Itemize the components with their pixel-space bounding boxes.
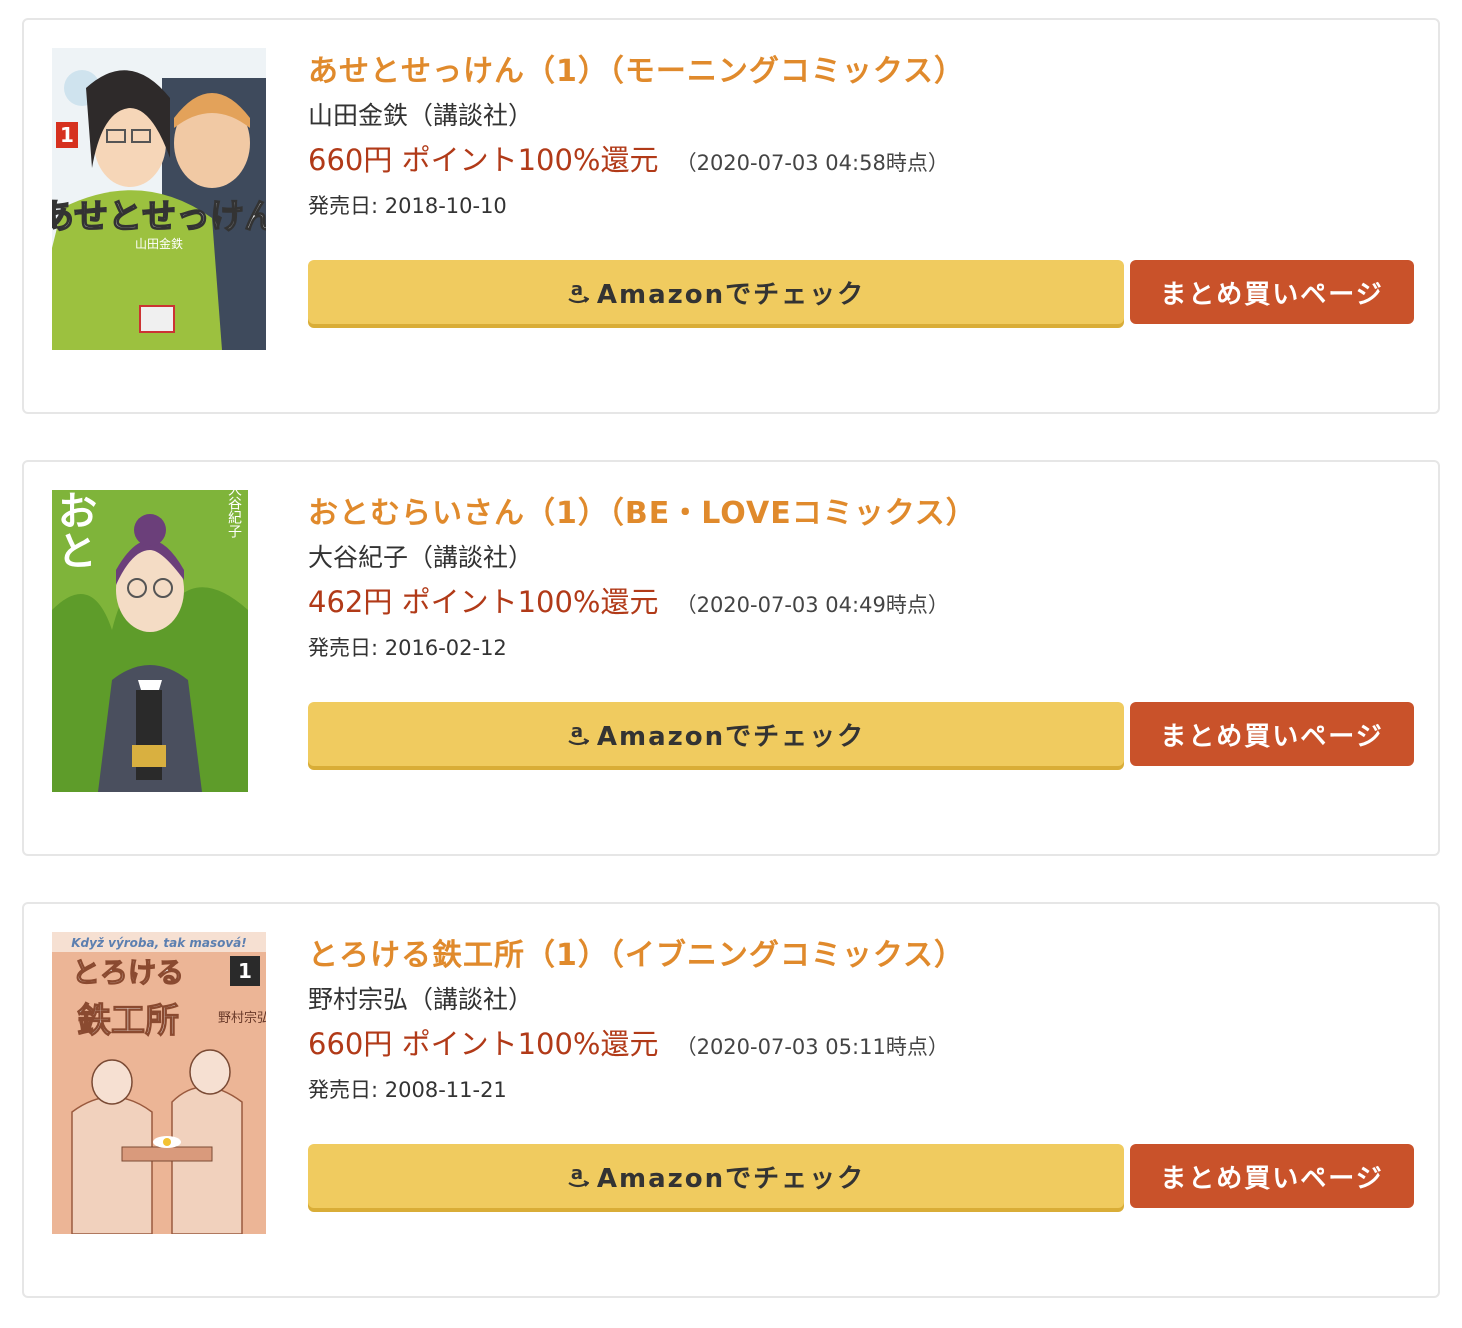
- price-timestamp: （2020-07-03 05:11時点）: [675, 1035, 949, 1059]
- release-date: 発売日: 2016-02-12: [308, 636, 507, 660]
- cover-tagline: Když výroba, tak masová!: [71, 936, 246, 950]
- product-author: 野村宗弘（講談社）: [308, 985, 534, 1014]
- cover-title: あせとせっけん: [52, 197, 266, 237]
- product-info: とろける鉄工所（1）（イブニングコミックス） 野村宗弘（講談社） 660円 ポイ…: [308, 934, 1418, 1107]
- button-row: a Amazonでチェック まとめ買いページ: [308, 1144, 1414, 1212]
- amazon-button-label: Amazonでチェック: [596, 721, 866, 752]
- cover-volume: 1: [60, 123, 74, 147]
- svg-text:a: a: [571, 721, 585, 742]
- release-date: 発売日: 2018-10-10: [308, 194, 507, 218]
- amazon-logo-icon: a: [568, 1163, 589, 1188]
- product-price: 660円 ポイント100%還元: [308, 143, 659, 177]
- amazon-logo-icon: a: [568, 279, 589, 304]
- button-row: a Amazonでチェック まとめ買いページ: [308, 702, 1414, 770]
- price-timestamp: （2020-07-03 04:58時点）: [675, 151, 949, 175]
- cover-volume: 1: [238, 959, 252, 983]
- book-cover-image[interactable]: おと 大谷紀子: [52, 490, 248, 792]
- product-title-link[interactable]: おとむらいさん（1）（BE・LOVEコミックス）: [308, 492, 1418, 536]
- bulk-buy-button[interactable]: まとめ買いページ: [1130, 702, 1414, 766]
- svg-text:とろける: とろける: [72, 956, 184, 989]
- amazon-logo-icon: a: [568, 721, 589, 746]
- product-title-link[interactable]: とろける鉄工所（1）（イブニングコミックス）: [308, 934, 1418, 978]
- cover-title: おと: [52, 490, 98, 570]
- amazon-check-button[interactable]: a Amazonでチェック: [308, 702, 1124, 766]
- price-timestamp: （2020-07-03 04:49時点）: [675, 593, 949, 617]
- book-cover-image[interactable]: Když výroba, tak masová! とろける 鉄工所 1 野村宗弘: [52, 932, 266, 1234]
- price-row: 660円 ポイント100%還元 （2020-07-03 05:11時点）: [308, 1024, 1418, 1069]
- product-title-link[interactable]: あせとせっけん（1）（モーニングコミックス）: [308, 50, 1418, 94]
- product-list: 1 あせとせっけん 山田金鉄 あせとせっけん（1）（モーニングコミックス） 山田…: [0, 0, 1462, 1328]
- bulk-button-label: まとめ買いページ: [1160, 721, 1384, 752]
- release-date: 発売日: 2008-11-21: [308, 1078, 507, 1102]
- amazon-check-button[interactable]: a Amazonでチェック: [308, 260, 1124, 324]
- bulk-button-label: まとめ買いページ: [1160, 279, 1384, 310]
- product-price: 462円 ポイント100%還元: [308, 585, 659, 619]
- svg-text:a: a: [571, 279, 585, 300]
- price-row: 660円 ポイント100%還元 （2020-07-03 04:58時点）: [308, 140, 1418, 185]
- amazon-check-button[interactable]: a Amazonでチェック: [308, 1144, 1124, 1208]
- product-author: 大谷紀子（講談社）: [308, 543, 534, 572]
- cover-author: 野村宗弘: [218, 1010, 266, 1026]
- amazon-button-label: Amazonでチェック: [596, 279, 866, 310]
- product-price: 660円 ポイント100%還元: [308, 1027, 659, 1061]
- bulk-buy-button[interactable]: まとめ買いページ: [1130, 260, 1414, 324]
- product-author: 山田金鉄（講談社）: [308, 101, 534, 130]
- product-info: あせとせっけん（1）（モーニングコミックス） 山田金鉄（講談社） 660円 ポイ…: [308, 50, 1418, 223]
- price-row: 462円 ポイント100%還元 （2020-07-03 04:49時点）: [308, 582, 1418, 627]
- amazon-button-label: Amazonでチェック: [596, 1163, 866, 1194]
- product-card: 1 あせとせっけん 山田金鉄 あせとせっけん（1）（モーニングコミックス） 山田…: [22, 18, 1440, 414]
- cover-author: 大谷紀子: [226, 490, 242, 538]
- product-info: おとむらいさん（1）（BE・LOVEコミックス） 大谷紀子（講談社） 462円 …: [308, 492, 1418, 665]
- bulk-button-label: まとめ買いページ: [1160, 1163, 1384, 1194]
- cover-author: 山田金鉄: [135, 236, 183, 251]
- button-row: a Amazonでチェック まとめ買いページ: [308, 260, 1414, 328]
- svg-text:a: a: [571, 1163, 585, 1184]
- svg-text:鉄工所: 鉄工所: [77, 1001, 179, 1041]
- book-cover-image[interactable]: 1 あせとせっけん 山田金鉄: [52, 48, 266, 350]
- bulk-buy-button[interactable]: まとめ買いページ: [1130, 1144, 1414, 1208]
- product-card: Když výroba, tak masová! とろける 鉄工所 1 野村宗弘…: [22, 902, 1440, 1298]
- product-card: おと 大谷紀子 おとむらいさん（1）（BE・LOVEコミックス） 大谷紀子（講談…: [22, 460, 1440, 856]
